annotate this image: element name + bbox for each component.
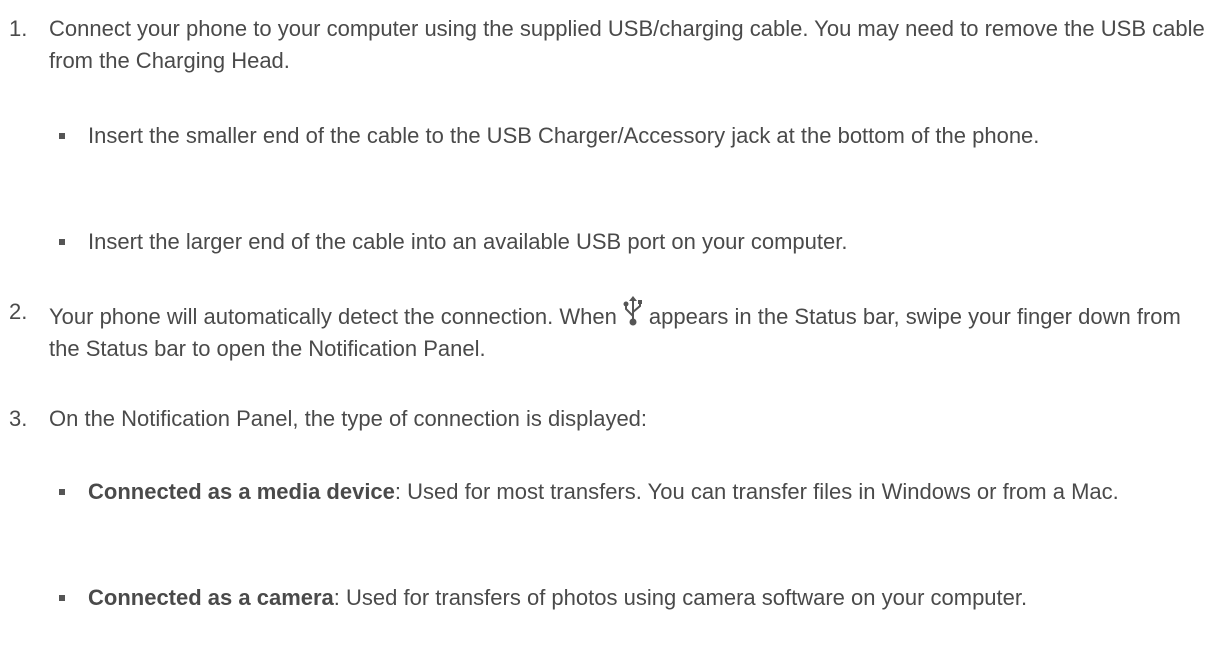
step-number: 1. — [9, 16, 28, 41]
step-text: Your phone will automatically detect the… — [49, 296, 1206, 365]
bullet-marker — [59, 239, 65, 245]
step-text: On the Notification Panel, the type of c… — [49, 406, 648, 431]
step-number: 3. — [9, 406, 28, 431]
usb-icon — [623, 296, 642, 326]
bullet-marker — [59, 133, 65, 139]
bullet-desc: : Used for transfers of photos using cam… — [333, 585, 1028, 610]
step-number: 2. — [9, 299, 28, 324]
bullet-text: Connected as a camera: Used for transfer… — [88, 582, 1206, 614]
bullet-marker — [59, 489, 65, 495]
bullet-text: Insert the smaller end of the cable to t… — [88, 123, 1040, 148]
bullet-marker — [59, 595, 65, 601]
instructions-document: 1. Connect your phone to your computer u… — [0, 0, 1214, 648]
step-text: Connect your phone to your computer usin… — [49, 16, 1205, 73]
bullet-text: Connected as a media device: Used for mo… — [88, 476, 1206, 508]
bullet-desc: : Used for most transfers. You can trans… — [394, 479, 1119, 504]
bullet-term: Connected as a media device — [88, 479, 395, 504]
bullet-term: Connected as a camera — [88, 585, 334, 610]
bullet-text: Insert the larger end of the cable into … — [88, 229, 848, 254]
step-text-before-icon: Your phone will automatically detect the… — [49, 304, 617, 329]
